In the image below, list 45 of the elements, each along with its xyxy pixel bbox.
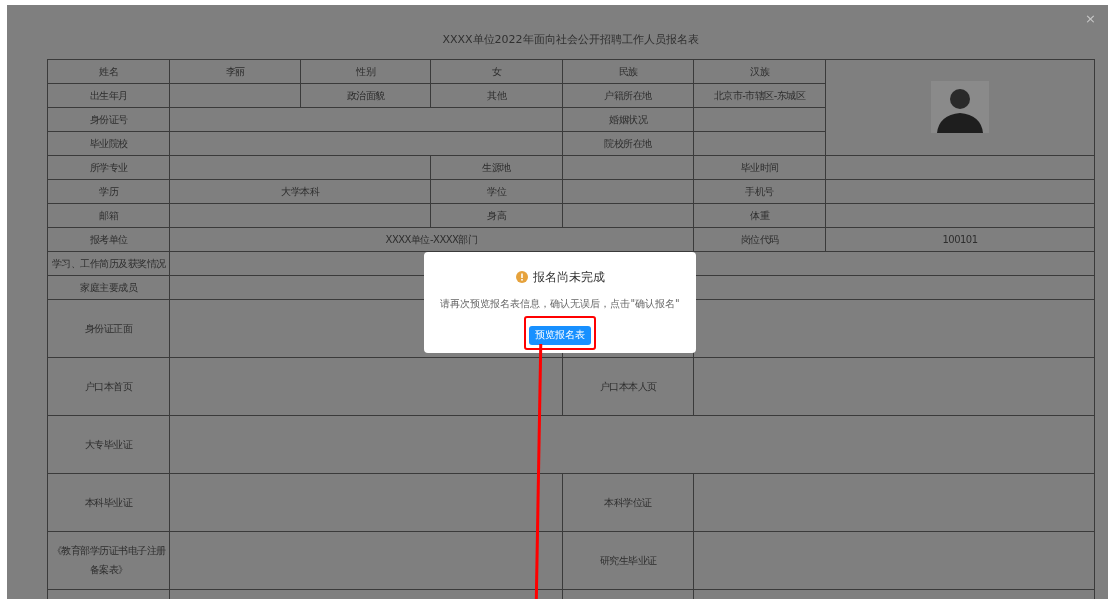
- table-cell: 研究生毕业证: [562, 531, 694, 589]
- table-cell: 民族: [562, 59, 694, 83]
- table-cell: 其他: [430, 83, 563, 107]
- table-cell: 报考单位: [47, 227, 170, 251]
- table-cell: 毕业院校: [47, 131, 170, 155]
- preview-form-button[interactable]: 预览报名表: [529, 326, 591, 345]
- table-cell: 毕业时间: [693, 155, 826, 179]
- table-cell: 户籍所在地: [562, 83, 694, 107]
- table-cell: 生源地: [430, 155, 563, 179]
- table-cell: 李丽: [169, 59, 301, 83]
- table-cell: 大专毕业证: [47, 415, 170, 473]
- table-cell: 所学专业: [47, 155, 170, 179]
- table-cell: 手机号: [693, 179, 826, 203]
- table-cell: 岗位代码: [693, 227, 826, 251]
- table-cell: 性别: [300, 59, 431, 83]
- close-button[interactable]: ×: [1085, 12, 1096, 25]
- table-cell: 院校所在地: [562, 131, 694, 155]
- table-cell: 出生年月: [47, 83, 170, 107]
- table-cell: 大学本科: [169, 179, 431, 203]
- table-cell: 学历: [47, 179, 170, 203]
- table-cell: 本科学位证: [562, 473, 694, 531]
- table-cell: XXXX单位-XXXX部门: [169, 227, 694, 251]
- warning-icon: [515, 271, 528, 283]
- table-cell: 家庭主要成员: [47, 275, 170, 299]
- table-cell: 身高: [430, 203, 563, 227]
- table-cell: 户口本首页: [47, 357, 170, 415]
- table-cell: 政治面貌: [300, 83, 431, 107]
- table-cell: 身份证正面: [47, 299, 170, 357]
- table-cell: 《教育部学历证书电子注册备案表》: [47, 531, 170, 589]
- table-cell: 体重: [693, 203, 826, 227]
- table-cell: 100101: [825, 227, 1095, 251]
- table-cell: 学习、工作简历及获奖情况: [47, 251, 170, 275]
- table-cell: 本科毕业证: [47, 473, 170, 531]
- table-cell: 学位: [430, 179, 563, 203]
- table-cell: 姓名: [47, 59, 170, 83]
- person-silhouette-photo-placeholder: [931, 81, 989, 133]
- table-cell: 婚姻状况: [562, 107, 694, 131]
- notice-title: 报名尚未完成: [532, 269, 605, 286]
- table-cell: 汉族: [693, 59, 826, 83]
- dialog-title: XXXX单位2022年面向社会公开招聘工作人员报名表: [442, 32, 699, 48]
- table-cell: 身份证号: [47, 107, 170, 131]
- table-cell: 邮箱: [47, 203, 170, 227]
- notice-message: 请再次预览报名表信息，确认无误后，点击"确认报名": [440, 297, 680, 311]
- table-cell: 户口本本人页: [562, 357, 694, 415]
- table-cell: 女: [430, 59, 563, 83]
